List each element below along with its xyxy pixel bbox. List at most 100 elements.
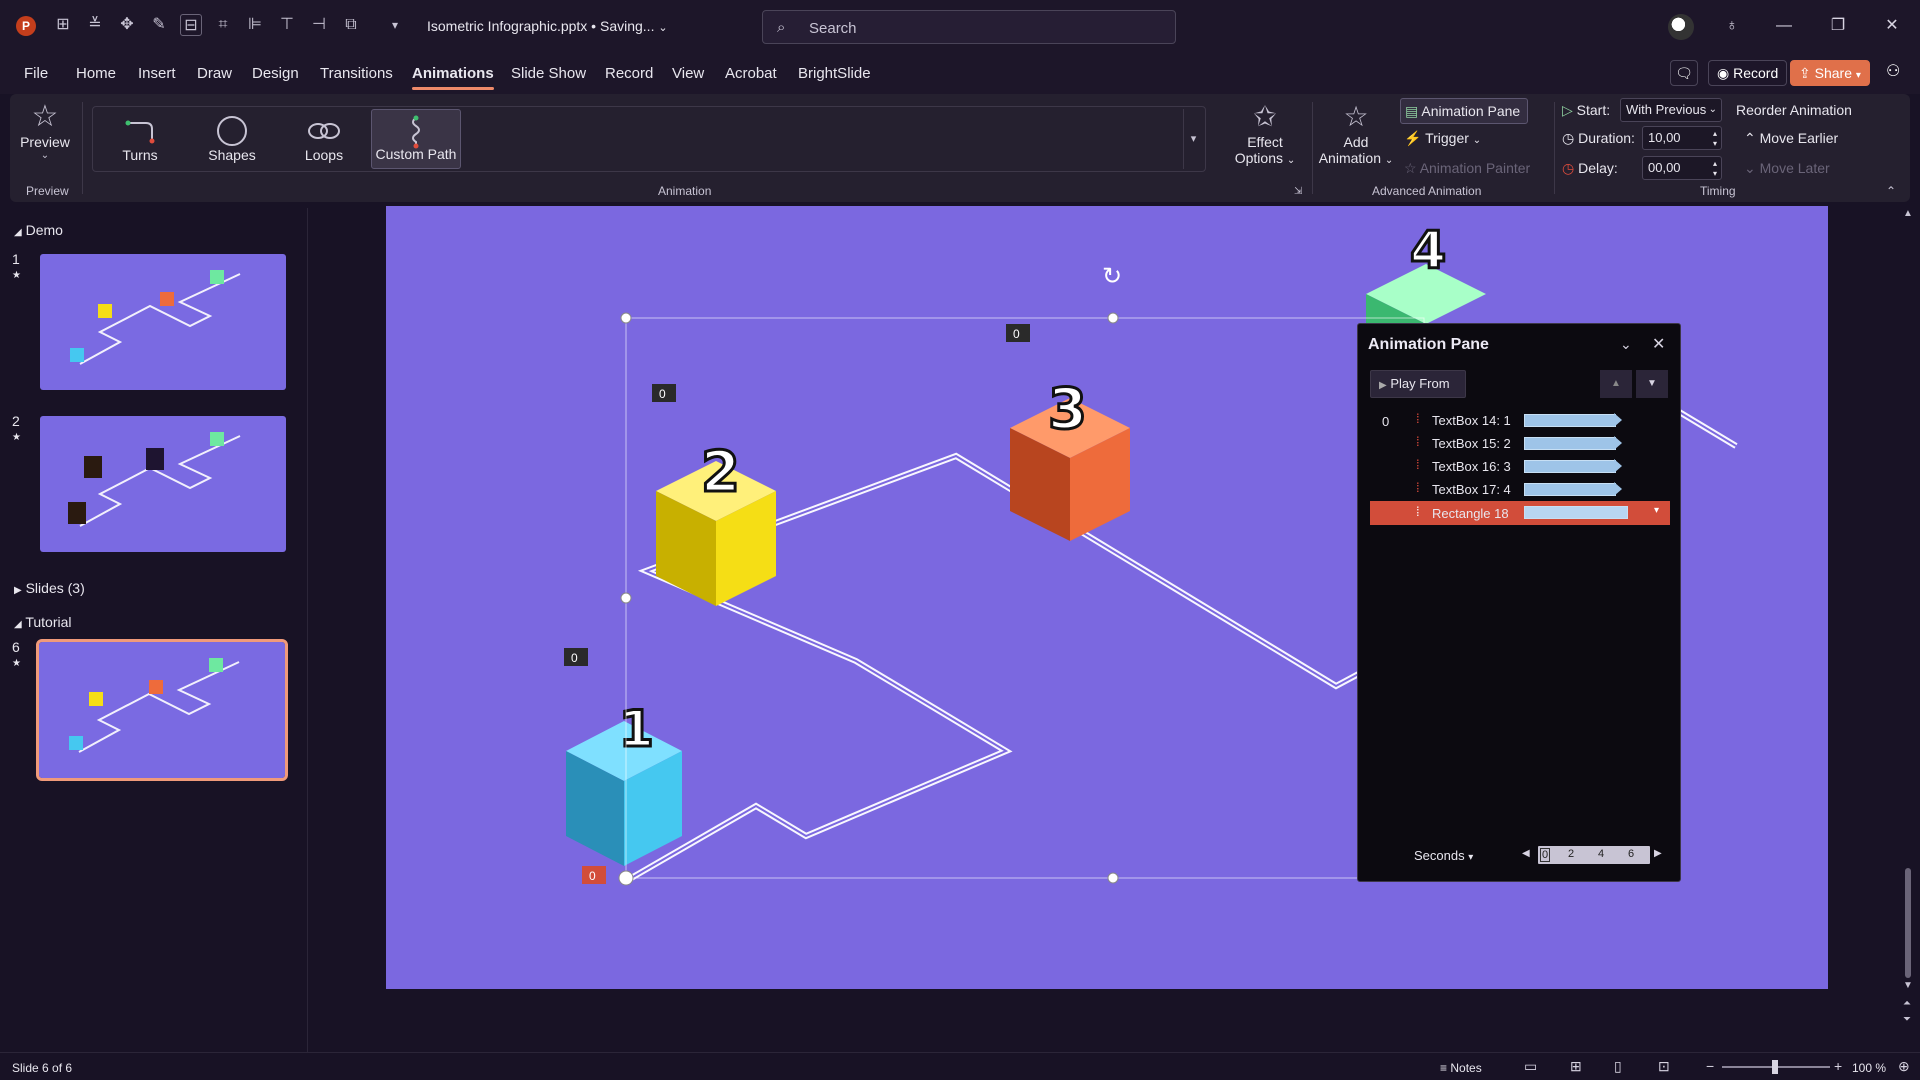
scroll-thumb[interactable] (1905, 868, 1911, 978)
zoom-slider-thumb[interactable] (1772, 1060, 1778, 1074)
resize-handle[interactable] (1107, 312, 1119, 324)
move-earlier-button[interactable]: ⌃ Move Earlier (1744, 130, 1838, 147)
animation-painter-button[interactable]: ☆ Animation Painter (1404, 160, 1530, 177)
animation-shapes[interactable]: Shapes (187, 109, 277, 169)
notes-button[interactable]: ≡ Notes (1440, 1061, 1482, 1075)
share-button[interactable]: ⇪ Share ▾ (1790, 60, 1870, 86)
duration-input[interactable]: 10,00 ▴ ▾ (1642, 126, 1722, 150)
section-slides[interactable]: ▶ Slides (3) (14, 580, 85, 596)
tab-transitions[interactable]: Transitions (320, 65, 393, 82)
qat-format-icon[interactable]: ✎ (148, 14, 170, 36)
record-button[interactable]: ◉ Record (1708, 60, 1788, 86)
motion-path-start-handle[interactable] (618, 870, 634, 886)
qat-move-icon[interactable]: ✥ (116, 14, 138, 36)
seconds-dropdown[interactable]: Seconds ▾ (1414, 848, 1473, 863)
next-slide-icon[interactable]: ⏷ (1903, 1014, 1911, 1025)
pane-options-icon[interactable]: ⌄ (1620, 336, 1632, 353)
slide-thumbnail-6[interactable] (36, 639, 288, 781)
section-tutorial[interactable]: ◢ Tutorial (14, 614, 72, 630)
comments-button[interactable]: 🗨 (1670, 60, 1698, 86)
fit-to-window-icon[interactable]: ⊕ (1898, 1058, 1910, 1075)
move-down-button[interactable]: ▼ (1636, 370, 1668, 398)
animation-turns[interactable]: Turns (95, 109, 185, 169)
prev-slide-icon[interactable]: ⏶ (1903, 998, 1911, 1009)
zoom-out-icon[interactable]: − (1706, 1058, 1714, 1074)
slide-thumbnail-1[interactable] (40, 254, 286, 390)
timeline-next-icon[interactable]: ▶ (1654, 848, 1662, 859)
animation-loops[interactable]: Loops (279, 109, 369, 169)
cube-3[interactable]: 3 (1010, 376, 1130, 541)
document-title[interactable]: Isometric Infographic.pptx • Saving... ⌄ (427, 18, 668, 34)
close-icon[interactable]: ✕ (1652, 334, 1665, 354)
resize-handle[interactable] (1107, 872, 1119, 884)
timeline-prev-icon[interactable]: ◀ (1522, 848, 1530, 859)
preview-button[interactable]: ☆ Preview ⌄ (20, 100, 70, 170)
restore-icon[interactable]: ❐ (1826, 14, 1850, 38)
lightbulb-icon[interactable]: ♁ (1720, 14, 1744, 38)
reading-view-icon[interactable]: ▯ (1614, 1058, 1622, 1075)
tab-record[interactable]: Record (605, 65, 653, 82)
animation-item-selected[interactable]: ⁞ Rectangle 18 ▾ (1370, 501, 1670, 525)
zoom-in-icon[interactable]: + (1834, 1058, 1842, 1074)
qat-align-left-icon[interactable]: ⊫ (244, 14, 266, 36)
qat-group-icon[interactable]: ⧉ (340, 14, 362, 36)
gallery-more-button[interactable]: ▾ (1183, 109, 1203, 169)
zoom-level[interactable]: 100 % (1852, 1061, 1886, 1075)
item-dropdown-icon[interactable]: ▾ (1654, 505, 1659, 516)
start-select[interactable]: With Previous ⌄ (1620, 98, 1722, 122)
qat-shape-icon[interactable]: ⊞ (52, 14, 74, 36)
qat-align-right-icon[interactable]: ⊣ (308, 14, 330, 36)
delay-input[interactable]: 00,00 ▴ ▾ (1642, 156, 1722, 180)
tab-design[interactable]: Design (252, 65, 299, 82)
tab-draw[interactable]: Draw (197, 65, 232, 82)
animation-custom-path[interactable]: Custom Path (371, 109, 461, 169)
spinner-icon[interactable]: ▴ ▾ (1713, 129, 1717, 149)
avatar[interactable] (1668, 14, 1694, 40)
cube-2[interactable]: 2 (656, 439, 776, 606)
resize-handle[interactable] (620, 592, 632, 604)
tab-insert[interactable]: Insert (138, 65, 176, 82)
trigger-button[interactable]: ⚡ Trigger ⌄ (1404, 130, 1481, 147)
tab-home[interactable]: Home (76, 65, 116, 82)
section-demo[interactable]: ◢ Demo (14, 222, 63, 238)
normal-view-icon[interactable]: ▭ (1524, 1058, 1537, 1075)
add-animation-button[interactable]: ☆ Add Animation ⌄ (1316, 100, 1396, 180)
qat-crop-icon[interactable]: ⌗ (212, 14, 234, 36)
scroll-up-icon[interactable]: ▲ (1903, 208, 1913, 219)
rotate-handle-icon[interactable]: ↻ (1102, 263, 1122, 290)
close-icon[interactable]: ✕ (1880, 14, 1904, 38)
qat-align-top-icon[interactable]: ⊤ (276, 14, 298, 36)
spinner-icon[interactable]: ▴ ▾ (1713, 159, 1717, 179)
minimize-icon[interactable]: — (1772, 14, 1796, 38)
cube-1[interactable]: 1 (566, 699, 682, 866)
slide-thumbnail-2[interactable] (40, 416, 286, 552)
qat-align-icon[interactable]: ≚ (84, 14, 106, 36)
collapse-ribbon-icon[interactable]: ⌃ (1886, 184, 1896, 198)
qat-customize-icon[interactable]: ▾ (384, 14, 406, 36)
tab-slide-show[interactable]: Slide Show (511, 65, 586, 82)
tab-animations[interactable]: Animations (412, 65, 494, 90)
search-input[interactable]: ⌕ Search (762, 10, 1176, 44)
slide-sorter-icon[interactable]: ⊞ (1570, 1058, 1582, 1075)
animation-item[interactable]: ⁞ TextBox 14: 1 (1370, 409, 1670, 431)
scroll-down-icon[interactable]: ▼ (1903, 980, 1913, 991)
animation-item[interactable]: ⁞ TextBox 16: 3 (1370, 455, 1670, 477)
qat-distribute-icon[interactable]: ⊟ (180, 14, 202, 36)
tab-file[interactable]: File (24, 65, 48, 82)
play-from-button[interactable]: ▶ Play From (1370, 370, 1466, 398)
animation-item[interactable]: ⁞ TextBox 15: 2 (1370, 432, 1670, 454)
animation-item[interactable]: ⁞ TextBox 17: 4 (1370, 478, 1670, 500)
tab-view[interactable]: View (672, 65, 704, 82)
move-later-button[interactable]: ⌄ Move Later (1744, 160, 1830, 177)
move-up-button[interactable]: ▲ (1600, 370, 1632, 398)
animation-pane-button[interactable]: ▤ Animation Pane (1400, 98, 1528, 124)
tab-brightslide[interactable]: BrightSlide (798, 65, 871, 82)
dialog-launcher-icon[interactable]: ⇲ (1294, 186, 1302, 197)
tab-acrobat[interactable]: Acrobat (725, 65, 777, 82)
vertical-scrollbar[interactable]: ▲ ▼ ⏶ ⏷ (1897, 208, 1920, 1052)
copilot-icon[interactable]: ⚇ (1878, 60, 1908, 86)
resize-handle[interactable] (620, 312, 632, 324)
zoom-slider[interactable] (1722, 1060, 1830, 1074)
effect-options-button[interactable]: ✩ Effect Options ⌄ (1234, 100, 1296, 180)
slideshow-icon[interactable]: ⊡ (1658, 1058, 1670, 1075)
